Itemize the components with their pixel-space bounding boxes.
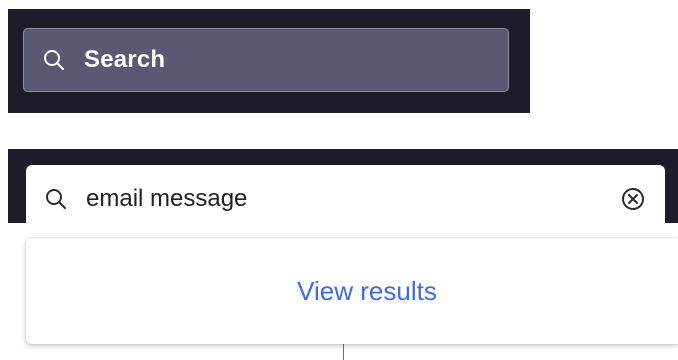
search-icon [44, 187, 68, 211]
background-divider [343, 344, 344, 360]
search-input[interactable] [86, 184, 619, 213]
search-placeholder-label: Search [84, 46, 166, 73]
header-bar-collapsed: Search [8, 9, 530, 113]
clear-search-button[interactable] [619, 185, 647, 213]
search-icon [42, 48, 66, 72]
search-box-expanded [26, 165, 665, 232]
search-results-dropdown: View results [26, 238, 678, 344]
search-states-stage: Search View results [0, 0, 678, 360]
view-results-link[interactable]: View results [297, 276, 437, 307]
clear-circle-x-icon [622, 187, 644, 210]
search-box-collapsed[interactable]: Search [23, 28, 509, 92]
